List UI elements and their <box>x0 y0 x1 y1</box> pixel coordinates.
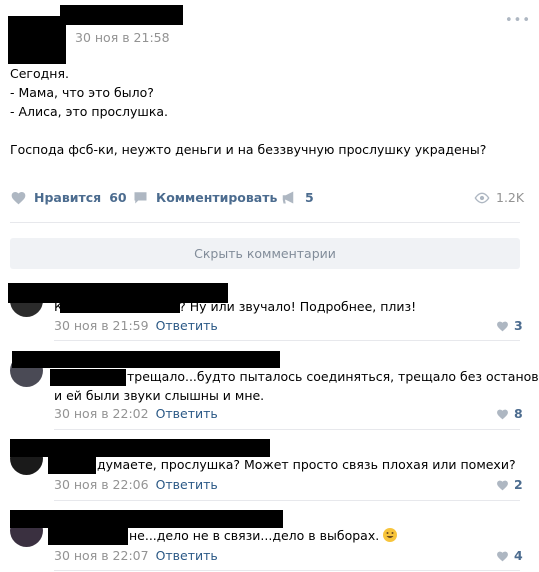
eye-icon <box>474 192 490 203</box>
heart-icon <box>497 321 508 331</box>
comment-date[interactable]: 30 ноя в 21:59 <box>54 318 149 333</box>
comment-like-button[interactable]: 2 <box>496 477 523 492</box>
post-divider <box>10 222 520 223</box>
comment-divider <box>54 429 520 430</box>
comment-text: думаете, прослушка? Может просто связь п… <box>97 457 516 472</box>
comment-text-line-2: и ей были звуки слышны и мне. <box>54 388 265 403</box>
post-date[interactable]: 30 ноя в 21:58 <box>75 30 170 45</box>
comment-reply-mention-redacted <box>48 457 96 474</box>
more-options-icon[interactable]: ••• <box>505 13 531 28</box>
comment-reply-mention-redacted <box>48 528 128 545</box>
comment-like-count: 3 <box>514 318 523 333</box>
comment-label: Комментировать <box>156 190 278 205</box>
comment-text: Как это выглядело? Ну или звучало! Подро… <box>54 299 417 314</box>
commenter-name-redacted[interactable] <box>12 351 280 368</box>
hide-comments-button[interactable]: Скрыть комментарии <box>10 238 520 269</box>
megaphone-icon <box>282 191 294 204</box>
comment-date[interactable]: 30 ноя в 22:02 <box>54 406 149 421</box>
comment-like-count: 8 <box>514 406 523 421</box>
comment-divider <box>54 340 520 341</box>
comment-meta: 30 ноя в 22:07 Ответить <box>54 548 218 563</box>
reply-link[interactable]: Ответить <box>156 406 218 421</box>
like-button[interactable]: Нравится 60 <box>10 190 127 205</box>
heart-icon <box>11 192 26 205</box>
reply-link[interactable]: Ответить <box>156 318 218 333</box>
comment-date[interactable]: 30 ноя в 22:06 <box>54 477 149 492</box>
comment-reply-mention-redacted <box>50 369 126 386</box>
author-name-redacted <box>60 5 183 25</box>
post-text-line-1: Сегодня. <box>10 66 69 81</box>
comment-icon <box>134 192 147 204</box>
comment-text: не...дело не в связи...дело в выборах. <box>129 526 398 545</box>
views-count: 1.2K <box>496 190 525 205</box>
like-count: 60 <box>109 190 127 205</box>
comment-meta: 30 ноя в 22:02 Ответить <box>54 406 218 421</box>
comment-like-button[interactable]: 3 <box>496 318 523 333</box>
heart-icon <box>497 409 508 419</box>
comment-text-content: не...дело не в связи...дело в выборах. <box>129 528 380 543</box>
post-text-line-2: - Мама, что это было? <box>10 85 154 100</box>
post-text-line-5: Господа фсб-ки, неужто деньги и на беззв… <box>10 142 487 157</box>
share-button[interactable]: 5 <box>281 190 314 205</box>
heart-icon <box>497 551 508 561</box>
comment-like-button[interactable]: 4 <box>496 548 523 563</box>
comment-divider <box>54 500 520 501</box>
post-text-line-3: - Алиса, это прослушка. <box>10 104 169 119</box>
comment-like-count: 4 <box>514 548 523 563</box>
grinning-face-emoji-icon <box>383 528 398 542</box>
comment-divider <box>54 570 520 571</box>
comment-date[interactable]: 30 ноя в 22:07 <box>54 548 149 563</box>
heart-icon <box>497 480 508 490</box>
author-avatar-redacted[interactable] <box>8 16 66 64</box>
comment-like-button[interactable]: 8 <box>496 406 523 421</box>
comment-meta: 30 ноя в 22:06 Ответить <box>54 477 218 492</box>
comment-meta: 30 ноя в 21:59 Ответить <box>54 318 218 333</box>
views-counter: 1.2K <box>474 190 524 205</box>
share-count: 5 <box>305 190 314 205</box>
reply-link[interactable]: Ответить <box>156 548 218 563</box>
comment-button[interactable]: Комментировать <box>133 190 277 205</box>
like-label: Нравится <box>34 190 102 205</box>
comment-like-count: 2 <box>514 477 523 492</box>
reply-link[interactable]: Ответить <box>156 477 218 492</box>
comment-text: трещало...будто пыталось соединяться, тр… <box>127 369 539 384</box>
